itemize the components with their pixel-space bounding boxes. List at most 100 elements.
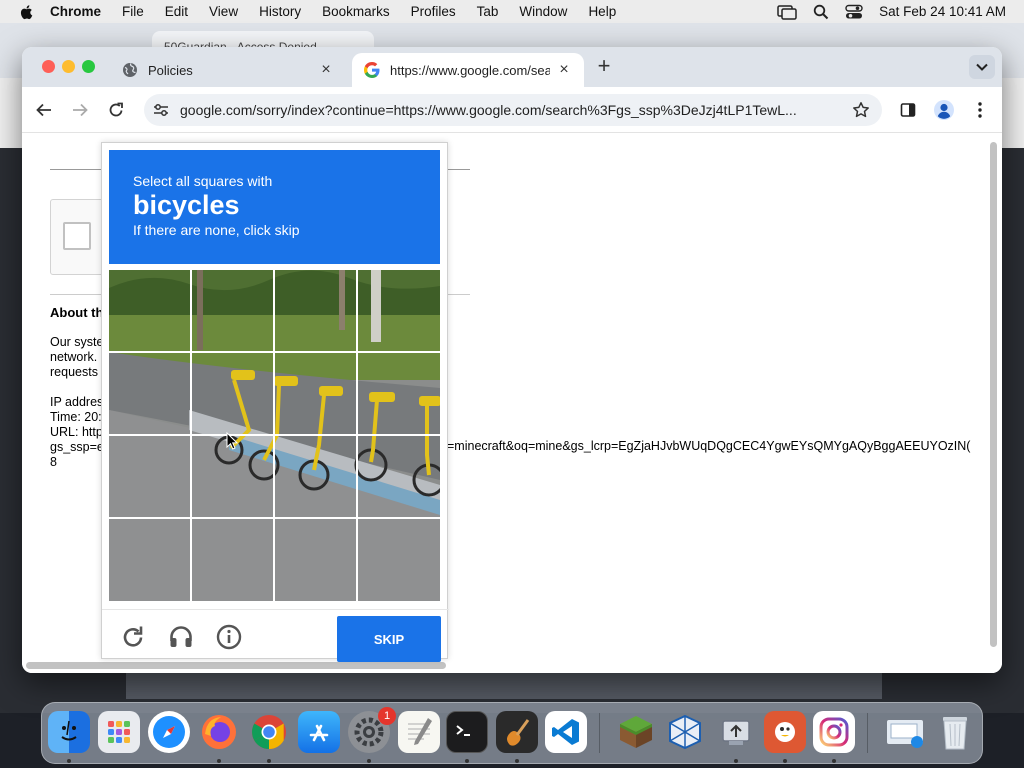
headphones-icon[interactable] [168, 624, 194, 650]
grid-tile[interactable] [358, 353, 439, 434]
info-icon[interactable] [216, 624, 242, 650]
menu-bookmarks[interactable]: Bookmarks [322, 4, 390, 19]
tab-title: Policies [148, 62, 193, 78]
challenge-instruction: Select all squares with [133, 173, 273, 189]
challenge-target: bicycles [133, 190, 240, 220]
chrome-icon[interactable] [248, 711, 290, 753]
forward-button[interactable] [69, 99, 91, 121]
url-overflow-text: =minecraft&oq=mine&gs_lcrp=EgZjaHJvbWUqD… [447, 439, 971, 453]
menu-clock[interactable]: Sat Feb 24 10:41 AM [879, 4, 1006, 19]
textedit-icon[interactable] [398, 711, 440, 753]
finder-icon[interactable] [48, 711, 90, 753]
recaptcha-checkbox[interactable] [63, 222, 91, 250]
reload-challenge-icon[interactable] [120, 624, 146, 650]
close-tab-icon[interactable]: × [318, 61, 334, 78]
more-vertical-icon [978, 102, 982, 118]
new-tab-button[interactable]: + [594, 55, 614, 77]
menu-help[interactable]: Help [588, 4, 616, 19]
minecraft-icon[interactable] [615, 711, 657, 753]
settings-icon[interactable]: 1 [348, 707, 396, 753]
menu-extras: Sat Feb 24 10:41 AM [777, 0, 1006, 23]
screen-mirroring-icon[interactable] [777, 4, 797, 20]
safari-icon[interactable] [148, 711, 190, 753]
menu-history[interactable]: History [259, 4, 301, 19]
grid-tile[interactable] [275, 353, 356, 434]
running-indicator [515, 759, 519, 763]
profile-button[interactable] [933, 99, 955, 121]
bookmark-star-icon[interactable] [852, 101, 870, 119]
menu-window[interactable]: Window [519, 4, 567, 19]
close-window-button[interactable] [42, 60, 55, 73]
grid-tile[interactable] [275, 436, 356, 517]
launchpad-icon[interactable] [98, 711, 140, 753]
grid-tile[interactable] [275, 519, 356, 600]
dock: 1 [41, 702, 983, 764]
reload-button[interactable] [105, 99, 127, 121]
downloads-folder-icon[interactable] [884, 711, 926, 753]
grid-tile[interactable] [192, 519, 273, 600]
migration-icon[interactable] [715, 711, 757, 753]
close-tab-icon[interactable]: × [556, 61, 572, 78]
about-heading: About th [50, 305, 104, 320]
firefox-icon[interactable] [198, 711, 240, 753]
recaptcha-challenge: Select all squares with bicycles If ther… [101, 142, 449, 662]
vertical-scrollbar[interactable] [990, 142, 997, 647]
grid-tile[interactable] [192, 353, 273, 434]
tab-strip: Policies × https://www.google.com/sear ×… [22, 47, 1002, 87]
spotlight-search-icon[interactable] [813, 4, 829, 20]
tab-policies[interactable]: Policies × [110, 53, 346, 87]
url-text[interactable]: google.com/sorry/index?continue=https://… [180, 102, 840, 118]
menu-tab[interactable]: Tab [477, 4, 499, 19]
zoom-window-button[interactable] [82, 60, 95, 73]
horizontal-scrollbar[interactable] [26, 662, 446, 669]
dock-separator [599, 713, 600, 753]
side-panel-button[interactable] [897, 99, 919, 121]
virtualbox-icon[interactable] [664, 711, 706, 753]
back-button[interactable] [33, 99, 55, 121]
tab-google-search[interactable]: https://www.google.com/sear × [352, 53, 584, 87]
grid-tile[interactable] [109, 353, 190, 434]
chrome-window: Policies × https://www.google.com/sear ×… [22, 47, 1002, 673]
google-icon [364, 62, 380, 78]
app-store-icon[interactable] [298, 711, 340, 753]
minimize-window-button[interactable] [62, 60, 75, 73]
grid-tile[interactable] [109, 436, 190, 517]
notification-badge: 1 [378, 707, 396, 725]
apple-icon[interactable] [18, 3, 36, 21]
address-bar[interactable]: google.com/sorry/index?continue=https://… [144, 94, 882, 126]
running-indicator [734, 759, 738, 763]
browser-toolbar: google.com/sorry/index?continue=https://… [22, 87, 1002, 133]
grid-tile[interactable] [109, 519, 190, 600]
vscode-icon[interactable] [545, 711, 587, 753]
grid-tile[interactable] [358, 436, 439, 517]
tune-icon [154, 104, 168, 116]
challenge-footer: SKIP [102, 609, 449, 662]
tab-search-button[interactable] [969, 55, 995, 79]
menu-view[interactable]: View [209, 4, 238, 19]
menu-button[interactable] [969, 99, 991, 121]
tab-title: https://www.google.com/sear [390, 62, 550, 78]
grid-tile[interactable] [109, 270, 190, 351]
terminal-icon[interactable] [446, 711, 488, 753]
menu-edit[interactable]: Edit [165, 4, 188, 19]
grid-tile[interactable] [275, 270, 356, 351]
menu-profiles[interactable]: Profiles [411, 4, 456, 19]
skip-button[interactable]: SKIP [337, 616, 441, 662]
arrow-right-icon [73, 103, 88, 117]
grid-tile[interactable] [358, 270, 439, 351]
control-center-icon[interactable] [845, 4, 863, 20]
arrow-left-icon [36, 103, 51, 117]
grid-tile[interactable] [192, 270, 273, 351]
menu-app-name[interactable]: Chrome [50, 4, 101, 19]
running-indicator [783, 759, 787, 763]
running-indicator [465, 759, 469, 763]
garageband-icon[interactable] [496, 711, 538, 753]
menu-file[interactable]: File [122, 4, 144, 19]
page-content: About th Our syste network. requests IP … [22, 134, 1002, 673]
instagram-icon[interactable] [813, 711, 855, 753]
duckduckgo-icon[interactable] [764, 711, 806, 753]
grid-tile[interactable] [358, 519, 439, 600]
trash-icon[interactable] [934, 711, 976, 753]
site-info-button[interactable] [152, 101, 170, 119]
reload-icon [109, 102, 123, 117]
